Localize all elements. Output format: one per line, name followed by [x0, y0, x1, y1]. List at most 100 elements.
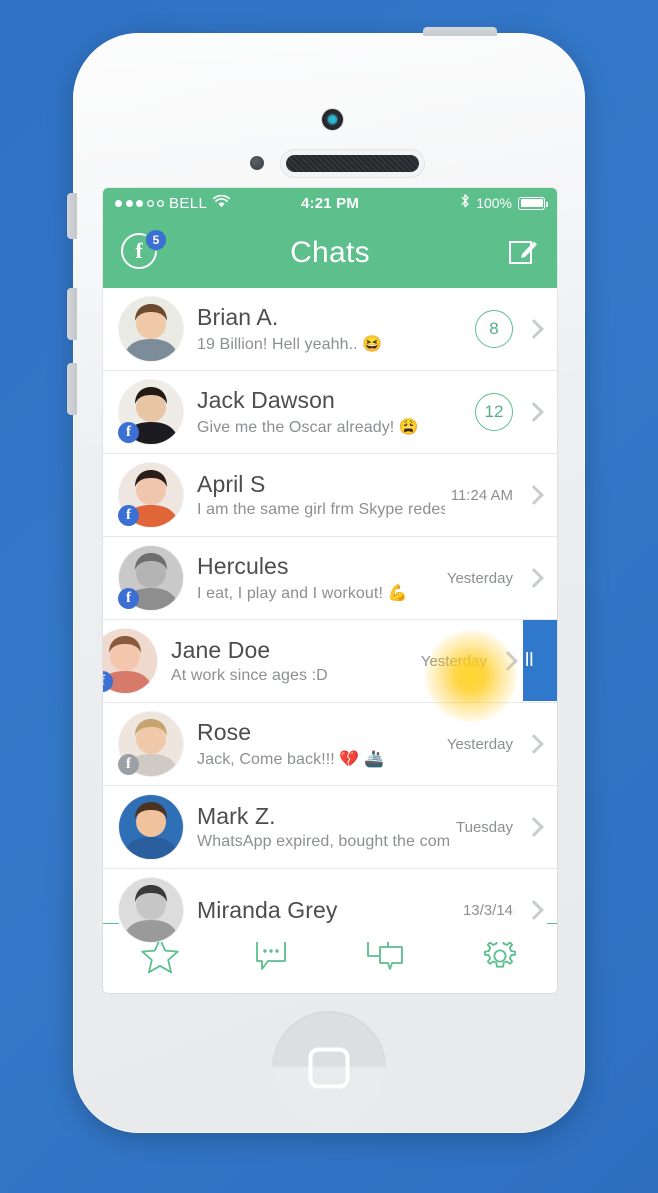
home-button[interactable] — [272, 1011, 386, 1125]
chat-row-content[interactable]: f Hercules I eat, I play and I workout! 💪 Y… — [118, 546, 547, 610]
facebook-account-button[interactable]: f 5 — [121, 230, 166, 273]
last-message: Jack, Come back!!! 💔 🚢 — [197, 750, 384, 768]
front-camera-icon — [322, 109, 343, 130]
chat-timestamp-wrap: 11:24 AM — [451, 487, 513, 504]
battery-percent-label: 100% — [476, 195, 512, 211]
battery-icon — [518, 196, 549, 210]
facebook-source-badge: f — [118, 588, 139, 609]
chat-text: Miranda Grey — [197, 897, 457, 923]
chevron-right-icon — [524, 734, 544, 754]
chat-timestamp-wrap: Yesterday — [447, 570, 513, 587]
avatar[interactable] — [119, 297, 183, 361]
chat-row-right: Yesterday — [447, 734, 547, 754]
chat-row-content[interactable]: Brian A. 19 Billion! Hell yeahh.. 😆 8 — [119, 297, 547, 361]
chat-text: Brian A. 19 Billion! Hell yeahh.. 😆 — [197, 304, 469, 353]
chat-list[interactable]: Brian A. 19 Billion! Hell yeahh.. 😆 8 f Jack… — [103, 288, 557, 993]
last-message: WhatsApp expired, bought the company — [197, 832, 451, 850]
speech-bubble-icon — [254, 938, 292, 979]
compose-icon[interactable] — [507, 235, 539, 272]
chat-row-right: 13/3/14 — [463, 900, 547, 920]
chevron-right-icon — [524, 402, 544, 422]
bluetooth-icon — [460, 193, 470, 213]
last-message: 19 Billion! Hell yeahh.. 😆 — [197, 335, 383, 353]
proximity-sensor-icon — [250, 156, 264, 170]
volume-up-button[interactable] — [67, 288, 77, 340]
gear-icon — [480, 936, 520, 981]
facebook-source-badge: f — [118, 422, 139, 443]
avatar[interactable] — [119, 878, 183, 942]
chat-text: April S I am the same girl frm Skype rede… — [197, 471, 445, 518]
avatar[interactable] — [119, 795, 183, 859]
avatar-image — [119, 878, 183, 942]
last-message: I eat, I play and I workout! 💪 — [197, 584, 408, 602]
chat-row-content[interactable]: f Jane Doe At work since ages :D Yesterday — [103, 629, 521, 693]
chat-row-right: Yesterday — [447, 568, 547, 588]
chat-row[interactable]: f Jack Dawson Give me the Oscar already! 😩… — [103, 371, 557, 454]
contact-name: Brian A. — [197, 304, 279, 331]
chat-timestamp: Tuesday — [456, 818, 513, 836]
unread-badge: 8 — [475, 310, 513, 348]
page-title: Chats — [290, 236, 370, 269]
avatar[interactable]: f — [118, 463, 183, 527]
chat-row-right: Tuesday — [456, 817, 547, 837]
contact-name: Miranda Grey — [197, 896, 338, 923]
chat-row-content[interactable]: f Rose Jack, Come back!!! 💔 🚢 Yesterday — [118, 712, 547, 776]
contact-name: Mark Z. — [197, 803, 276, 830]
chat-row-right: 11:24 AM — [451, 485, 547, 505]
chat-timestamp: 13/3/14 — [462, 901, 513, 919]
chat-row[interactable]: Miranda Grey 13/3/14 — [103, 869, 557, 952]
avatar[interactable]: f — [103, 629, 157, 693]
chat-timestamp: Yesterday — [446, 569, 513, 587]
double-chat-bubble-icon — [366, 938, 408, 979]
phone-screen: BELL 4:21 PM 100% f 5 Chats Brian A. 19 … — [103, 188, 557, 993]
chevron-right-icon — [498, 651, 518, 671]
earpiece-speaker — [286, 155, 419, 172]
chat-row-content[interactable]: Mark Z. WhatsApp expired, bought the comp… — [119, 795, 547, 859]
chat-row-content[interactable]: f April S I am the same girl frm Skype red… — [118, 463, 547, 527]
contact-name: Jack Dawson — [197, 387, 335, 414]
chat-text: Jack Dawson Give me the Oscar already! 😩 — [197, 387, 469, 436]
chat-timestamp-wrap: Tuesday — [456, 819, 513, 836]
contact-name: Hercules — [197, 553, 289, 580]
last-message: At work since ages :D — [171, 666, 328, 684]
chat-row-right: 12 — [475, 393, 547, 431]
avatar-image — [119, 795, 183, 859]
chat-row[interactable]: ll f Jane Doe At work since ages :D Yesterda… — [103, 620, 557, 722]
chat-row[interactable]: f Rose Jack, Come back!!! 💔 🚢 Yesterday — [103, 703, 557, 786]
status-bar-right: 100% — [460, 193, 549, 213]
facebook-source-badge: f — [118, 754, 139, 775]
silent-switch-button[interactable] — [67, 193, 77, 239]
avatar-image — [119, 297, 183, 361]
chat-row-content[interactable]: Miranda Grey 13/3/14 — [119, 878, 547, 942]
avatar[interactable]: f — [118, 380, 183, 444]
volume-down-button[interactable] — [67, 363, 77, 415]
chat-row-content[interactable]: f Jack Dawson Give me the Oscar already! 😩… — [118, 380, 547, 444]
facebook-notification-badge: 5 — [146, 230, 166, 250]
last-message: I am the same girl frm Skype redesign! — [197, 500, 445, 518]
chat-row[interactable]: f April S I am the same girl frm Skype red… — [103, 454, 557, 537]
chat-text: Jane Doe At work since ages :D — [171, 637, 415, 684]
power-button[interactable] — [423, 27, 497, 36]
chat-timestamp: Yesterday — [446, 735, 513, 753]
chevron-right-icon — [524, 817, 544, 837]
chat-row[interactable]: f Hercules I eat, I play and I workout! 💪 Y… — [103, 537, 557, 620]
home-square-icon — [308, 1047, 350, 1089]
chevron-right-icon — [524, 568, 544, 588]
chat-row[interactable]: Brian A. 19 Billion! Hell yeahh.. 😆 8 — [103, 288, 557, 371]
unread-badge: 12 — [475, 393, 513, 431]
chevron-right-icon — [524, 485, 544, 505]
contact-name: Rose — [197, 719, 252, 746]
star-icon — [139, 936, 181, 981]
swipe-action-button[interactable]: ll — [523, 620, 557, 701]
chat-row[interactable]: Mark Z. WhatsApp expired, bought the comp… — [103, 786, 557, 869]
chat-timestamp-wrap: Yesterday — [447, 736, 513, 753]
avatar[interactable]: f — [118, 712, 183, 776]
contact-name: April S — [197, 471, 266, 498]
avatar[interactable]: f — [118, 546, 183, 610]
facebook-source-badge: f — [118, 505, 139, 526]
contact-name: Jane Doe — [171, 637, 271, 664]
status-bar: BELL 4:21 PM 100% — [103, 188, 557, 218]
chat-timestamp-wrap: 13/3/14 — [463, 902, 513, 919]
last-message: Give me the Oscar already! 😩 — [197, 418, 419, 436]
chevron-right-icon — [524, 319, 544, 339]
